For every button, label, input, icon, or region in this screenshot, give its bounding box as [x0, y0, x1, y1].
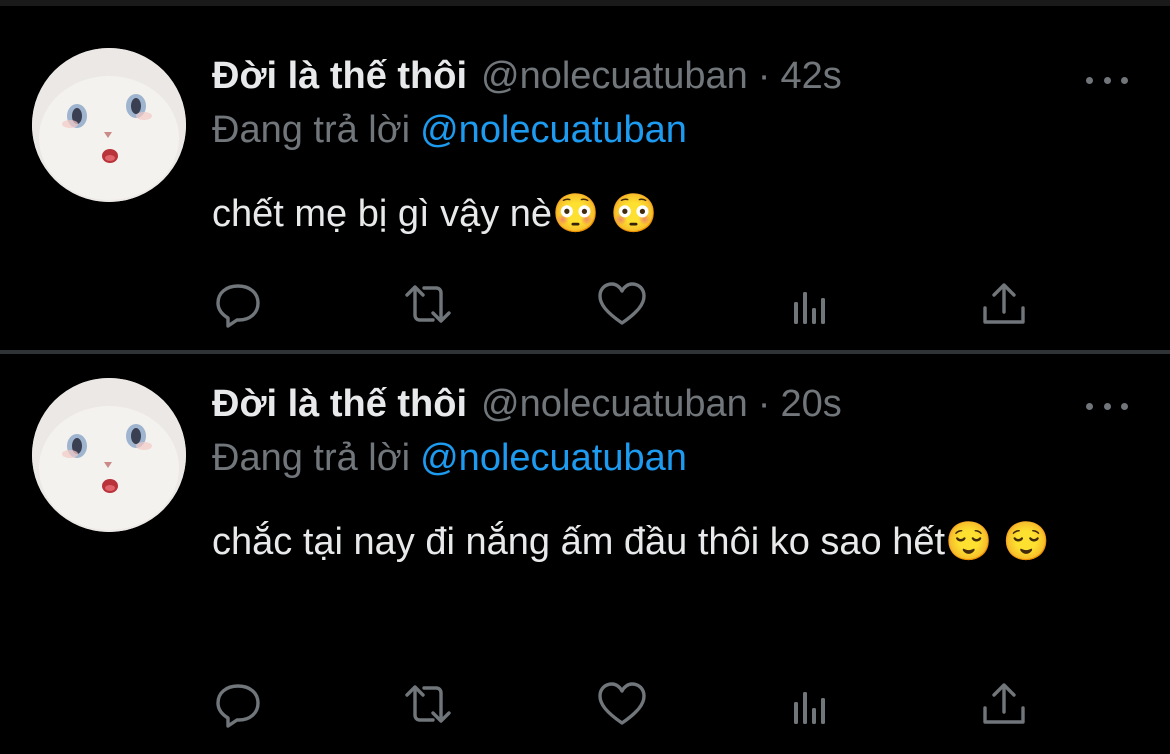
reply-icon[interactable] — [212, 678, 264, 730]
tweet[interactable]: Đời là thế thôi @nolecuatuban · 20s Đang… — [0, 354, 1170, 754]
dot — [1103, 402, 1111, 410]
replying-to: Đang trả lời @nolecuatuban — [212, 436, 687, 480]
replying-to: Đang trả lời @nolecuatuban — [212, 108, 687, 152]
timestamp[interactable]: 20s — [780, 382, 841, 426]
reply-mention-link[interactable]: @nolecuatuban — [420, 109, 687, 151]
dot — [1086, 402, 1093, 410]
reply-mention-link[interactable]: @nolecuatuban — [420, 437, 687, 479]
user-handle[interactable]: @nolecuatuban — [481, 382, 748, 426]
separator-dot: · — [757, 383, 771, 425]
kitten-avatar-icon — [32, 378, 186, 532]
share-icon[interactable] — [978, 678, 1030, 730]
more-options-icon[interactable] — [1086, 70, 1128, 90]
display-name[interactable]: Đời là thế thôi — [212, 382, 467, 426]
timestamp[interactable]: 42s — [780, 54, 841, 98]
replying-to-label: Đang trả lời — [212, 109, 411, 151]
analytics-icon[interactable] — [786, 278, 838, 330]
like-icon[interactable] — [596, 278, 648, 330]
retweet-icon[interactable] — [402, 278, 454, 330]
share-icon[interactable] — [978, 278, 1030, 330]
dot — [1121, 76, 1128, 84]
tweet-header: Đời là thế thôi @nolecuatuban · 20s — [212, 382, 842, 426]
tweet-actions — [212, 678, 1042, 730]
separator-dot: · — [757, 55, 771, 97]
tweet-text: chết mẹ bị gì vậy nè😳 😳 — [212, 193, 658, 235]
tweet-actions — [212, 278, 1042, 330]
dot — [1121, 402, 1128, 410]
analytics-icon[interactable] — [786, 678, 838, 730]
like-icon[interactable] — [596, 678, 648, 730]
more-options-icon[interactable] — [1086, 396, 1128, 416]
retweet-icon[interactable] — [402, 678, 454, 730]
tweet-text: chắc tại nay đi nắng ấm đầu thôi ko sao … — [212, 521, 1051, 563]
avatar[interactable] — [32, 48, 186, 202]
dot — [1086, 76, 1093, 84]
kitten-avatar-icon — [32, 48, 186, 202]
tweet-header: Đời là thế thôi @nolecuatuban · 42s — [212, 54, 842, 98]
user-handle[interactable]: @nolecuatuban — [481, 54, 748, 98]
dot — [1103, 76, 1111, 84]
avatar[interactable] — [32, 378, 186, 532]
reply-icon[interactable] — [212, 278, 264, 330]
tweet[interactable]: Đời là thế thôi @nolecuatuban · 42s Đang… — [0, 6, 1170, 350]
replying-to-label: Đang trả lời — [212, 437, 411, 479]
display-name[interactable]: Đời là thế thôi — [212, 54, 467, 98]
